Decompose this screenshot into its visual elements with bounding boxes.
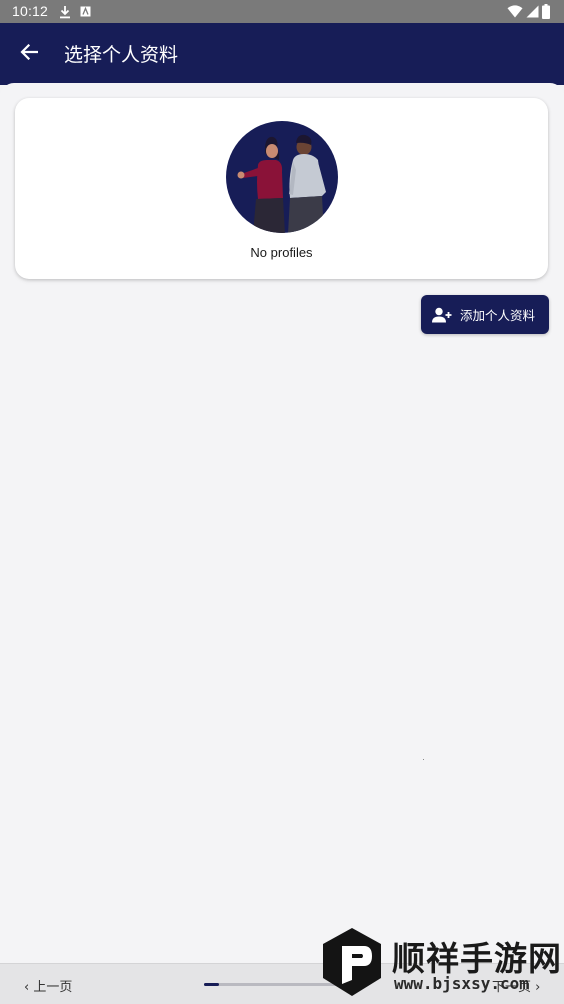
person-add-icon (432, 307, 452, 323)
download-icon (58, 4, 72, 19)
wifi-icon (507, 4, 523, 19)
two-people-illustration (225, 120, 339, 234)
empty-state-text: No profiles (250, 245, 313, 260)
page-title: 选择个人资料 (64, 44, 179, 66)
add-profile-label: 添加个人资料 (460, 308, 536, 323)
signal-icon (525, 4, 539, 19)
artifact-dot (423, 759, 424, 760)
back-button[interactable] (10, 33, 48, 71)
arrow-back-icon (20, 44, 38, 60)
profiles-card: No profiles (15, 98, 548, 279)
battery-icon (541, 3, 551, 20)
watermark-url: www.bjsxsy.com (394, 974, 529, 993)
watermark-logo-icon (320, 926, 384, 998)
watermark: 顺祥手游网 www.bjsxsy.com (320, 926, 562, 1000)
app-bar: 选择个人资料 (0, 23, 564, 85)
prev-page-link[interactable]: ‹ 上一页 (24, 976, 72, 995)
watermark-title: 顺祥手游网 (392, 939, 562, 978)
status-bar: 10:12 (0, 0, 564, 23)
notification-a-icon (79, 5, 91, 17)
status-time: 10:12 (12, 3, 49, 19)
page-progress-fill (204, 983, 219, 986)
screen: 10:12 选择个人资料 No profiles 添加个人资料 ‹ 上一页 下一… (0, 0, 564, 1004)
add-profile-button[interactable]: 添加个人资料 (421, 295, 549, 334)
